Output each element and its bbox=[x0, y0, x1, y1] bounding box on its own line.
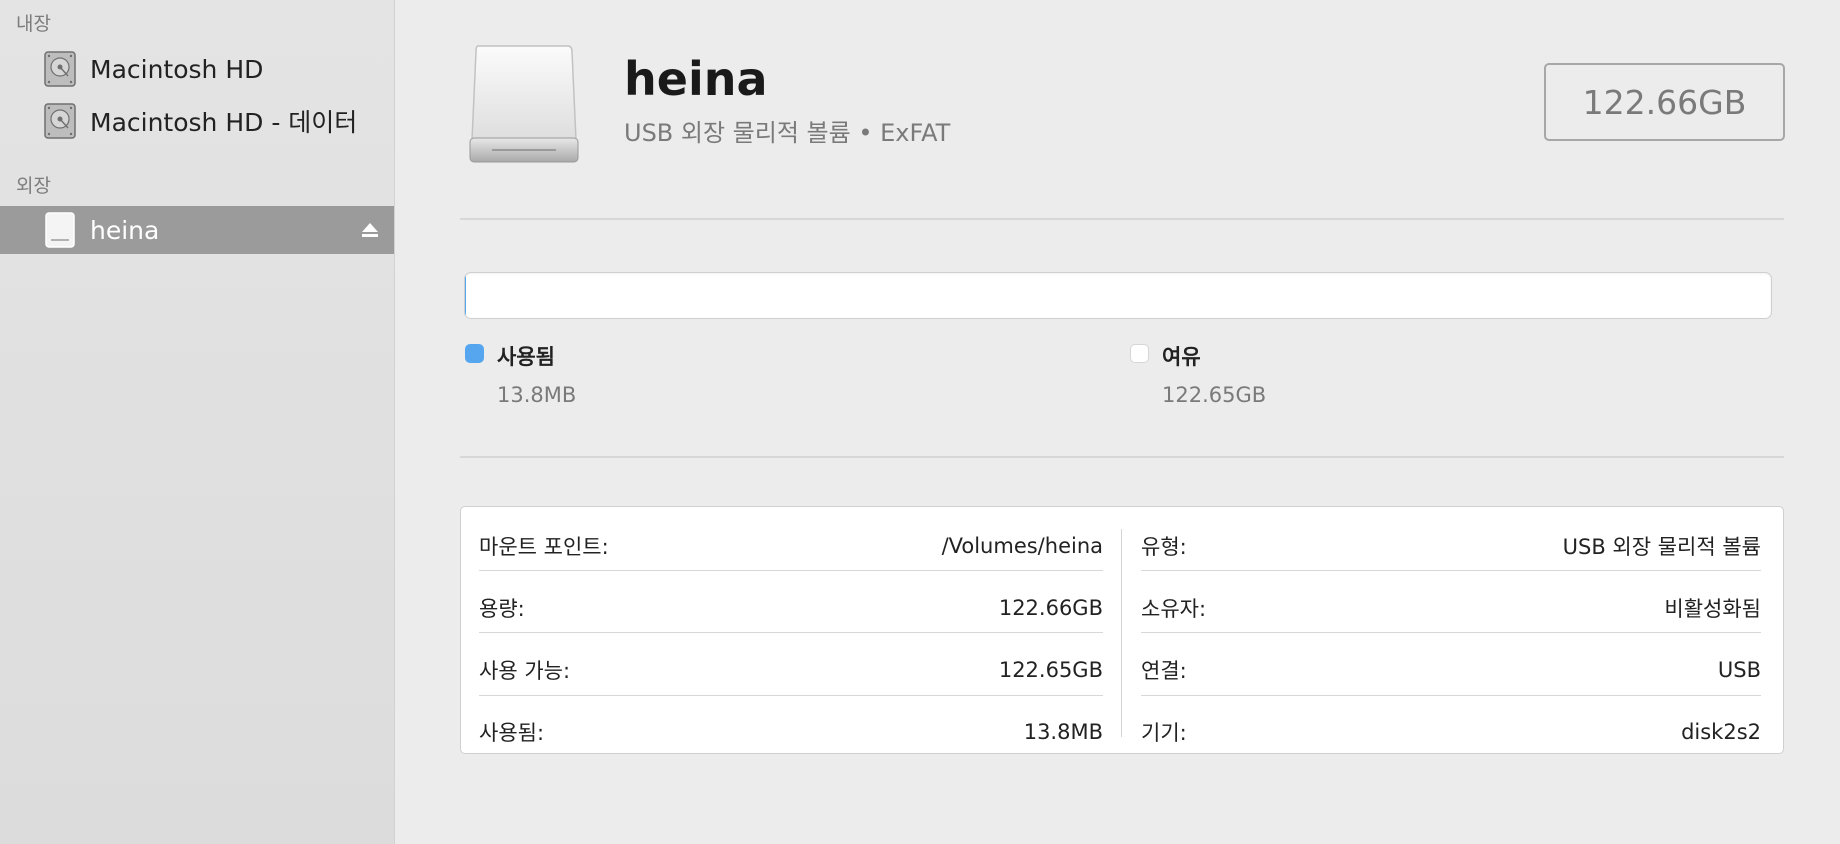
info-key: 소유자: bbox=[1141, 597, 1207, 621]
eject-icon[interactable] bbox=[360, 220, 380, 240]
row-separator bbox=[479, 632, 1103, 633]
info-table: 마운트 포인트: /Volumes/heina 용량: 122.66GB 사용 … bbox=[460, 506, 1784, 754]
info-value: USB bbox=[1717, 658, 1761, 682]
sidebar-item-label: Macintosh HD - 데이터 bbox=[90, 108, 358, 137]
info-value: USB 외장 물리적 볼륨 bbox=[1562, 535, 1761, 559]
info-value: 비활성화됨 bbox=[1664, 597, 1761, 621]
info-key: 기기: bbox=[1141, 721, 1187, 745]
sidebar-item-label: Macintosh HD bbox=[90, 54, 264, 84]
usage-bar bbox=[464, 272, 1772, 319]
info-key: 연결: bbox=[1141, 659, 1187, 683]
internal-drive-icon bbox=[44, 51, 76, 87]
capacity-badge: 122.66GB bbox=[1544, 63, 1785, 141]
legend-swatch-free bbox=[1130, 344, 1149, 363]
column-separator bbox=[1121, 529, 1122, 737]
sidebar-item-heina[interactable]: heina bbox=[0, 206, 394, 254]
sidebar-item-label: heina bbox=[90, 215, 160, 245]
info-key: 마운트 포인트: bbox=[479, 535, 609, 559]
legend-free-value: 122.65GB bbox=[1162, 383, 1267, 407]
info-value: /Volumes/heina bbox=[941, 534, 1103, 558]
info-value: 122.65GB bbox=[998, 658, 1103, 682]
row-separator bbox=[1141, 570, 1761, 571]
legend-free-label: 여유 bbox=[1162, 345, 1201, 369]
info-row-device: 기기: disk2s2 bbox=[1141, 701, 1761, 763]
sidebar-item-macintosh-hd-data[interactable]: Macintosh HD - 데이터 bbox=[0, 97, 394, 145]
sidebar-item-macintosh-hd[interactable]: Macintosh HD bbox=[0, 45, 394, 93]
internal-drive-icon bbox=[44, 103, 76, 139]
info-row-connection: 연결: USB bbox=[1141, 639, 1761, 701]
row-separator bbox=[1141, 695, 1761, 696]
info-row-owner: 소유자: 비활성화됨 bbox=[1141, 577, 1761, 639]
row-separator bbox=[1141, 632, 1761, 633]
info-value: disk2s2 bbox=[1681, 720, 1761, 744]
legend-used-value: 13.8MB bbox=[497, 383, 577, 407]
info-key: 유형: bbox=[1141, 535, 1187, 559]
info-key: 사용 가능: bbox=[479, 659, 571, 683]
row-separator bbox=[479, 695, 1103, 696]
divider bbox=[460, 456, 1784, 458]
legend-swatch-used bbox=[465, 344, 484, 363]
row-separator bbox=[479, 570, 1103, 571]
info-value: 13.8MB bbox=[1023, 720, 1103, 744]
info-row-type: 유형: USB 외장 물리적 볼륨 bbox=[1141, 515, 1761, 577]
info-row-capacity: 용량: 122.66GB bbox=[479, 577, 1103, 639]
section-header-internal: 내장 bbox=[16, 13, 51, 35]
external-drive-icon bbox=[469, 45, 579, 163]
info-key: 용량: bbox=[479, 597, 525, 621]
info-row-available: 사용 가능: 122.65GB bbox=[479, 639, 1103, 701]
divider bbox=[460, 218, 1784, 220]
info-row-used: 사용됨: 13.8MB bbox=[479, 701, 1103, 763]
info-row-mount-point: 마운트 포인트: /Volumes/heina bbox=[479, 515, 1103, 577]
volume-subtitle: USB 외장 물리적 볼륨 • ExFAT bbox=[624, 119, 951, 147]
info-value: 122.66GB bbox=[998, 596, 1103, 620]
info-key: 사용됨: bbox=[479, 721, 545, 745]
section-header-external: 외장 bbox=[16, 175, 51, 197]
legend-used-label: 사용됨 bbox=[497, 345, 555, 369]
sidebar: 내장 Macintosh HD Macintosh HD - 데이터 외장 he… bbox=[0, 0, 395, 844]
volume-title: heina bbox=[624, 52, 768, 106]
external-drive-icon bbox=[45, 212, 75, 248]
